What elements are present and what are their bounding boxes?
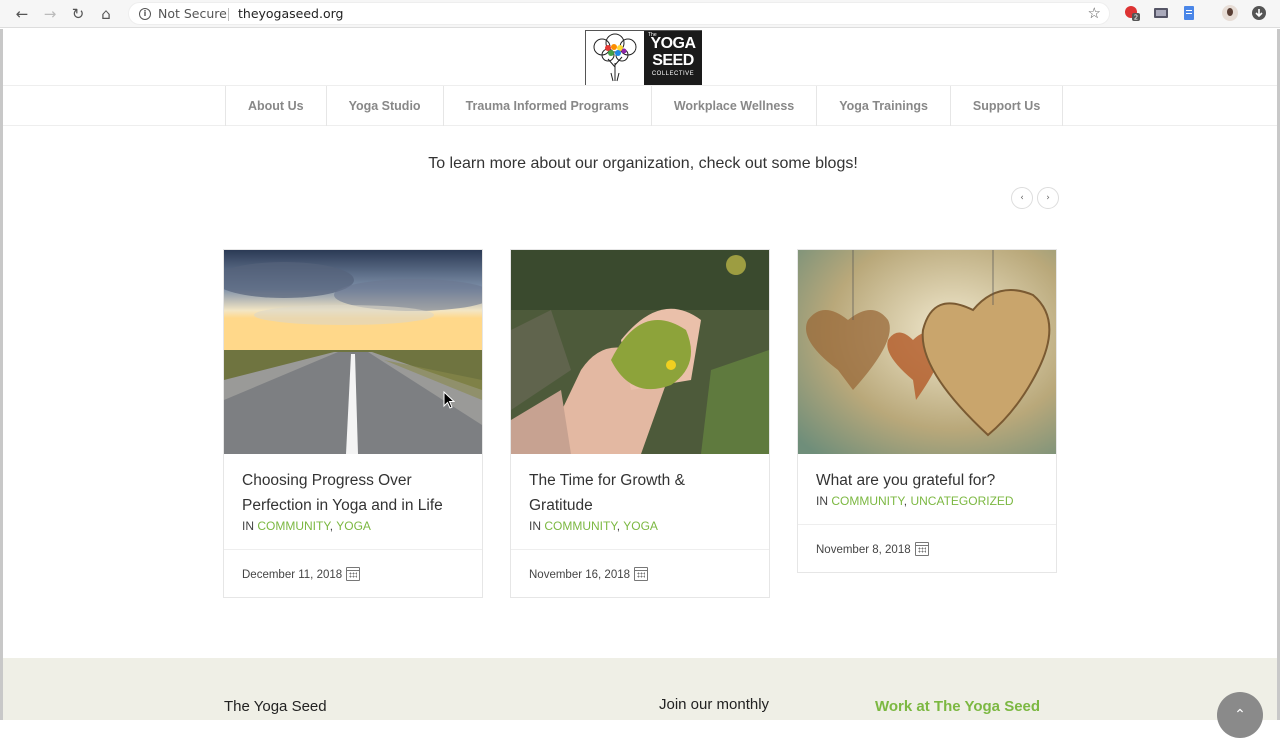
reload-icon[interactable]: ↻	[68, 4, 88, 24]
categories-prefix: IN	[242, 519, 254, 533]
chevron-left-icon: ‹	[1020, 193, 1024, 203]
browser-toolbar: ← → ↻ ⌂ i Not Secure theyogaseed.org ☆ 2	[0, 0, 1280, 28]
blog-card-footer: November 8, 2018	[798, 524, 1056, 572]
home-icon[interactable]: ⌂	[96, 4, 116, 24]
nav-item-support-us[interactable]: Support Us	[951, 86, 1064, 126]
blog-title-line[interactable]: The Time for Growth &	[529, 468, 751, 493]
nav-item-about-us[interactable]: About Us	[226, 86, 327, 126]
road-photo[interactable]	[214, 250, 494, 454]
carousel-prev-button[interactable]: ‹	[1011, 187, 1033, 209]
scroll-to-top-button[interactable]: ⌃	[1217, 692, 1263, 738]
omnibox-divider	[228, 8, 229, 21]
footer-heading-newsletter: Join our monthly	[659, 696, 770, 713]
main-navigation: About Us Yoga Studio Trauma Informed Pro…	[3, 85, 1280, 126]
category-link-community[interactable]: COMMUNITY	[831, 494, 903, 508]
nav-item-trauma-informed-programs[interactable]: Trauma Informed Programs	[444, 86, 652, 126]
calendar-icon	[634, 567, 649, 581]
blog-title-line[interactable]: What are you grateful for?	[816, 468, 1038, 493]
footer-link-work-at[interactable]: Work at The Yoga Seed	[875, 698, 1040, 715]
category-link-uncategorized[interactable]: UNCATEGORIZED	[910, 494, 1013, 508]
footer-heading-yoga-seed: The Yoga Seed	[224, 698, 327, 715]
nav-item-yoga-trainings[interactable]: Yoga Trainings	[817, 86, 951, 126]
blog-title-line[interactable]: Choosing Progress Over	[242, 468, 464, 493]
blog-title-line[interactable]: Perfection in Yoga and in Life	[242, 493, 464, 518]
logo-word-yoga: YOGA	[650, 35, 696, 52]
logo-wordmark: The YOGA SEED COLLECTIVE	[644, 31, 702, 85]
blog-card[interactable]: What are you grateful for? IN COMMUNITY,…	[797, 249, 1057, 573]
chevron-up-icon: ⌃	[1234, 707, 1246, 723]
blog-card-footer: December 11, 2018	[224, 549, 482, 597]
blog-categories: IN COMMUNITY, YOGA	[529, 519, 658, 533]
blog-title-line[interactable]: Gratitude	[529, 493, 751, 518]
profile-avatar-icon[interactable]	[1222, 5, 1238, 21]
blog-card[interactable]: Choosing Progress Over Perfection in Yog…	[214, 249, 494, 598]
info-icon[interactable]: i	[139, 8, 151, 20]
logo-word-collective: COLLECTIVE	[651, 71, 695, 77]
hands-moss-photo[interactable]	[511, 250, 769, 454]
blogs-intro-text: To learn more about our organization, ch…	[428, 155, 858, 172]
url-text[interactable]: theyogaseed.org	[238, 6, 343, 21]
extension-screen-icon[interactable]	[1153, 5, 1169, 21]
blog-date: November 16, 2018	[529, 569, 631, 581]
extension-shield-icon[interactable]: 2	[1124, 5, 1140, 21]
chevron-right-icon: ›	[1046, 193, 1050, 203]
categories-prefix: IN	[529, 519, 541, 533]
forward-icon[interactable]: →	[40, 4, 60, 24]
extension-badge: 2	[1134, 14, 1138, 22]
blog-card-footer: November 16, 2018	[511, 549, 769, 597]
category-link-yoga[interactable]: YOGA	[336, 519, 371, 533]
extension-doc-icon[interactable]	[1181, 5, 1197, 21]
blog-date: December 11, 2018	[242, 569, 343, 581]
security-label: Not Secure	[158, 6, 227, 21]
category-link-yoga[interactable]: YOGA	[623, 519, 658, 533]
hearts-photo[interactable]	[798, 250, 1056, 454]
carousel-next-button[interactable]: ›	[1037, 187, 1059, 209]
menu-download-icon[interactable]	[1251, 5, 1267, 21]
calendar-icon	[914, 542, 929, 556]
blog-categories: IN COMMUNITY, YOGA	[242, 519, 371, 533]
back-icon[interactable]: ←	[12, 4, 32, 24]
categories-prefix: IN	[816, 494, 828, 508]
tree-logo-icon	[593, 33, 637, 82]
website: The YOGA SEED COLLECTIVE About Us Yoga S…	[0, 29, 1280, 738]
category-link-community[interactable]: COMMUNITY	[544, 519, 616, 533]
blog-date: November 8, 2018	[816, 544, 911, 556]
site-footer: The Yoga Seed Join our monthly Work at T…	[3, 658, 1280, 738]
category-link-community[interactable]: COMMUNITY	[257, 519, 329, 533]
site-logo[interactable]: The YOGA SEED COLLECTIVE	[585, 30, 702, 86]
address-bar[interactable]: i Not Secure theyogaseed.org ☆	[128, 2, 1110, 25]
logo-word-seed: SEED	[652, 52, 694, 69]
bookmark-star-icon[interactable]: ☆	[1088, 4, 1101, 22]
blog-card[interactable]: The Time for Growth & Gratitude IN COMMU…	[510, 249, 770, 598]
mouse-cursor-icon	[443, 391, 455, 409]
blog-categories: IN COMMUNITY, UNCATEGORIZED	[816, 494, 1014, 508]
nav-item-workplace-wellness[interactable]: Workplace Wellness	[652, 86, 818, 126]
nav-item-yoga-studio[interactable]: Yoga Studio	[327, 86, 444, 126]
calendar-icon	[346, 567, 361, 581]
